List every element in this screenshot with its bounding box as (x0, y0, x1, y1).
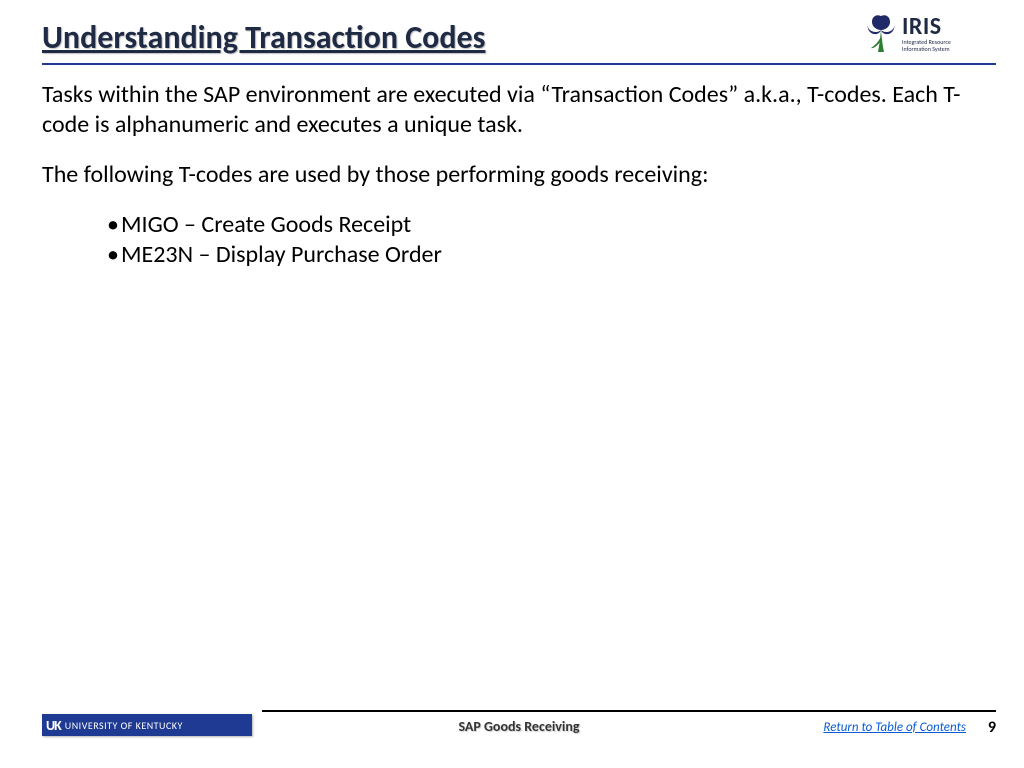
page-title: Understanding Transaction Codes (42, 18, 996, 65)
bullet-list: MIGO – Create Goods Receipt ME23N – Disp… (107, 210, 964, 270)
paragraph-1: Tasks within the SAP environment are exe… (42, 80, 964, 140)
paragraph-2: The following T-codes are used by those … (42, 160, 964, 190)
toc-link[interactable]: Return to Table of Contents (823, 720, 966, 735)
footer: UK UNIVERSITY OF KENTUCKY SAP Goods Rece… (42, 710, 996, 744)
header: Understanding Transaction Codes (42, 18, 996, 65)
body-content: Tasks within the SAP environment are exe… (42, 80, 964, 270)
list-item: MIGO – Create Goods Receipt (107, 210, 964, 240)
footer-rule (262, 710, 996, 712)
list-item: ME23N – Display Purchase Order (107, 240, 964, 270)
page-number: 9 (988, 718, 996, 737)
slide: IRIS Integrated Resource Information Sys… (0, 0, 1024, 768)
